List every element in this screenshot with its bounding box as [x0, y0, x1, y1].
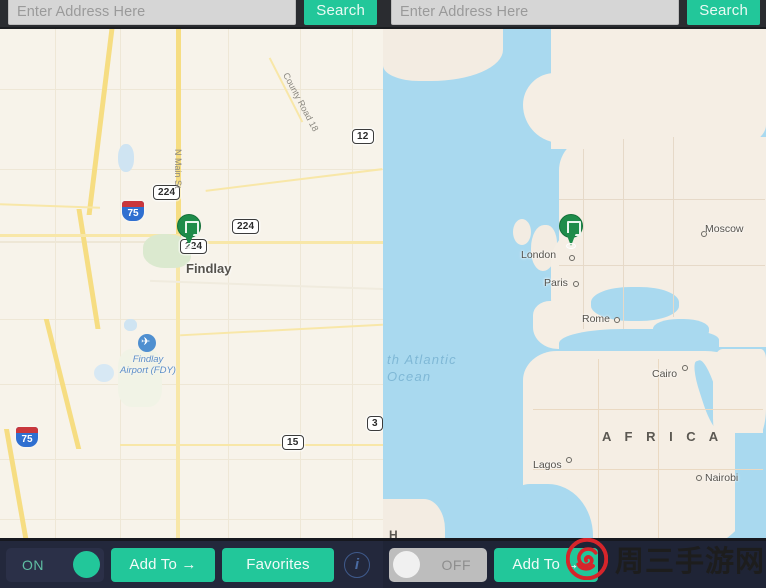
- pin-shadow-ring: [566, 243, 576, 249]
- spiral-logo-icon: [566, 538, 608, 580]
- tracking-toggle-knob: [73, 551, 100, 578]
- tracking-toggle[interactable]: OFF: [389, 547, 487, 582]
- add-to-button[interactable]: Add To →: [111, 547, 215, 582]
- city-dot-london: [569, 255, 575, 261]
- right-search-bar: Enter Address Here Search: [383, 0, 766, 29]
- route-shield-3: 3: [367, 416, 383, 431]
- map-pin-selected-location[interactable]: [177, 214, 201, 249]
- city-label-findlay: Findlay: [186, 261, 232, 276]
- favorites-button[interactable]: Favorites: [222, 547, 334, 582]
- city-label-paris: Paris: [544, 277, 568, 289]
- left-phone-screen: Enter Address Here Search 224 224 224 12…: [0, 0, 383, 588]
- tracking-toggle-label: ON: [22, 556, 44, 573]
- continent-label-africa: A F R I C A: [602, 429, 724, 444]
- city-label-london: London: [521, 249, 557, 261]
- world-map[interactable]: th Atlantic Ocean A F R I C A H C A Lond…: [383, 29, 766, 588]
- search-input[interactable]: Enter Address Here: [391, 0, 680, 25]
- route-shield-224-b: 224: [232, 219, 260, 234]
- watermark-text: 周三手游网: [615, 544, 766, 578]
- city-label-moscow: Moscow: [705, 223, 744, 235]
- route-shield-12: 12: [352, 129, 374, 144]
- airport-label: Findlay Airport (FDY): [104, 354, 192, 376]
- dual-screenshot: Enter Address Here Search 224 224 224 12…: [0, 0, 766, 588]
- ocean-label: th Atlantic Ocean: [387, 351, 457, 385]
- route-shield-15: 15: [282, 435, 304, 450]
- city-dot-nairobi: [696, 475, 702, 481]
- left-search-bar: Enter Address Here Search: [0, 0, 383, 29]
- tracking-toggle-knob: [393, 551, 420, 578]
- street-label-n-main-st: N Main St: [173, 149, 183, 189]
- city-dot-cairo: [682, 365, 688, 371]
- city-dot-rome: [614, 317, 620, 323]
- map-pin-selected-location[interactable]: [559, 214, 583, 249]
- city-label-nairobi: Nairobi: [705, 472, 739, 484]
- pin-shadow-ring: [184, 243, 194, 249]
- tracking-toggle[interactable]: ON: [6, 547, 104, 582]
- tracking-toggle-label: OFF: [441, 556, 471, 573]
- search-input[interactable]: Enter Address Here: [8, 0, 297, 25]
- city-dot-paris: [573, 281, 579, 287]
- city-label-cairo: Cairo: [652, 368, 678, 380]
- city-dot-lagos: [566, 457, 572, 463]
- watermark: 周三手游网: [560, 530, 766, 588]
- info-button[interactable]: i: [344, 551, 370, 578]
- interstate-shield-75-south: 75: [16, 427, 38, 447]
- city-label-lagos: Lagos: [533, 459, 562, 471]
- search-button[interactable]: Search: [304, 0, 377, 25]
- airport-label-line1: Findlay: [132, 354, 164, 365]
- airport-label-line2: Airport (FDY): [120, 365, 176, 376]
- ocean-label-line1: th Atlantic: [387, 352, 457, 367]
- search-button[interactable]: Search: [687, 0, 760, 25]
- city-label-rome: Rome: [582, 313, 611, 325]
- ocean-label-line2: Ocean: [387, 369, 432, 384]
- street-map[interactable]: 224 224 224 12 15 3 75 75 N Main St Coun…: [0, 29, 383, 588]
- left-bottom-toolbar: ON Add To → Favorites i: [0, 538, 383, 588]
- airplane-icon: [138, 334, 156, 352]
- right-phone-screen: Enter Address Here Search th Atlantic Oc…: [383, 0, 766, 588]
- interstate-shield-75-north: 75: [122, 201, 144, 221]
